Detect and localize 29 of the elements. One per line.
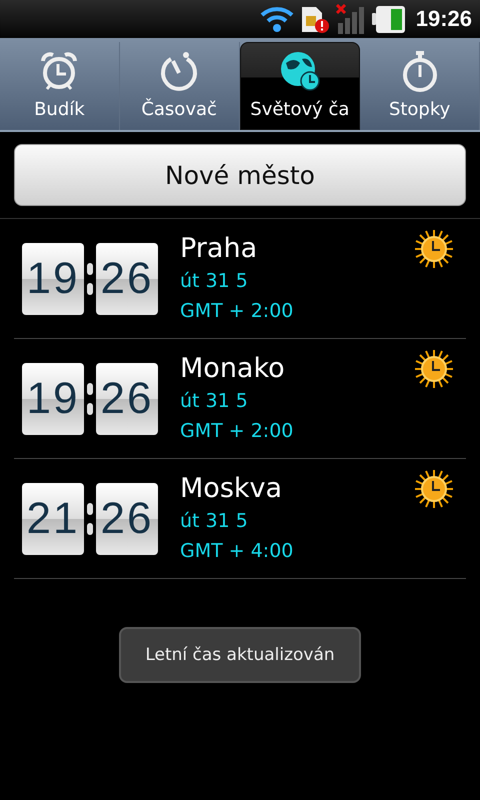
city-offset: GMT + 2:00 xyxy=(180,418,294,444)
city-date: út 31 5 xyxy=(180,508,249,534)
sun-clock-icon xyxy=(414,349,454,389)
city-offset: GMT + 4:00 xyxy=(180,538,294,564)
hours-flip-card: 21 xyxy=(22,482,84,554)
city-date: út 31 5 xyxy=(180,268,249,294)
tab[interactable]: Budík xyxy=(0,42,120,130)
toast-message: Letní čas aktualizován xyxy=(119,627,361,683)
tab[interactable]: Světový ča xyxy=(240,42,360,130)
minutes-flip-card: 26 xyxy=(96,242,158,314)
tab[interactable]: Stopky xyxy=(360,42,480,130)
hours-flip-card: 19 xyxy=(22,242,84,314)
city-date: út 31 5 xyxy=(180,388,249,414)
city-name: Moskva xyxy=(180,472,284,506)
city-name: Monako xyxy=(180,352,286,386)
hours-flip-card: 19 xyxy=(22,362,84,434)
new-city-button[interactable]: Nové město xyxy=(14,144,466,206)
wifi-icon xyxy=(260,5,294,33)
city-name: Praha xyxy=(180,232,258,266)
signal-icon xyxy=(336,4,366,34)
status-time: 19:26 xyxy=(416,6,472,32)
minutes-flip-card: 26 xyxy=(96,482,158,554)
sim-error-icon xyxy=(300,4,330,34)
sun-clock-icon xyxy=(414,229,454,269)
battery-icon xyxy=(372,4,406,34)
tab[interactable]: Časovač xyxy=(120,42,240,130)
minutes-flip-card: 26 xyxy=(96,362,158,434)
city-offset: GMT + 2:00 xyxy=(180,298,294,324)
sun-clock-icon xyxy=(414,469,454,509)
